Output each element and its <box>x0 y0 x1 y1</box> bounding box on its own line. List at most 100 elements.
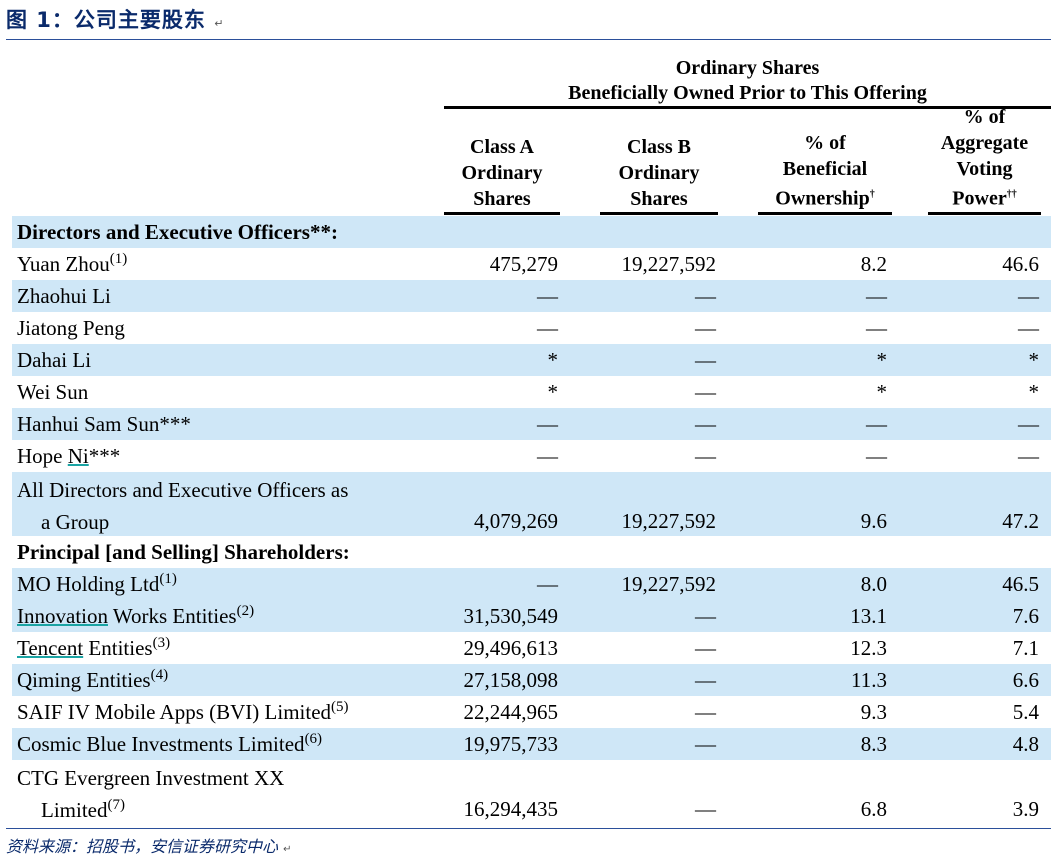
name-text: Zhaohui Li <box>17 284 111 308</box>
column-rule <box>444 212 560 215</box>
table-row: Dahai Li * — * * <box>12 344 1051 376</box>
shareholder-name: Jiatong Peng <box>17 316 125 341</box>
double-dagger-mark: †† <box>1006 189 1017 201</box>
table-row: Tencent Entities(3) 29,496,613 — 12.3 7.1 <box>12 632 1051 664</box>
beneficial-ownership-pct: 9.6 <box>860 509 887 533</box>
column-header-line: Shares <box>630 188 688 210</box>
shareholder-name: Qiming Entities(4) <box>17 668 168 693</box>
name-line: Yuan Zhou(1) <box>17 251 128 277</box>
class-a-shares: — <box>537 572 558 596</box>
paragraph-mark-icon: ↵ <box>214 17 225 30</box>
footnote-ref: (3) <box>152 635 171 651</box>
column-header-line: Shares <box>473 188 531 210</box>
name-text: a Group <box>41 510 110 534</box>
voting-power-pct: 7.6 <box>1012 604 1039 628</box>
beneficial-ownership-pct: 13.1 <box>850 604 887 628</box>
name-line: Wei Sun <box>17 380 88 404</box>
column-header-line: Power†† <box>928 182 1041 212</box>
table-row: All Directors and Executive Officers as a… <box>12 472 1051 536</box>
footnote-ref: (6) <box>304 731 323 747</box>
column-header-line: Class B <box>627 136 691 158</box>
super-header-line-2: Beneficially Owned Prior to This Offerin… <box>568 82 927 104</box>
table-row: Jiatong Peng — — — — <box>12 312 1051 344</box>
name-text: Hanhui Sam Sun*** <box>17 412 191 436</box>
name-underlined: Innovation <box>17 604 108 628</box>
table-row: CTG Evergreen Investment XX Limited(7) 16,… <box>12 760 1051 824</box>
class-b-shares: — <box>695 380 716 404</box>
class-b-shares: 19,227,592 <box>621 252 717 276</box>
shareholder-name: Wei Sun <box>17 380 88 405</box>
name-part: Hope <box>17 444 68 468</box>
section-header-row: Principal [and Selling] Shareholders: <box>12 536 1051 568</box>
beneficial-ownership-pct: — <box>866 444 887 468</box>
column-header-line: Ordinary <box>618 162 700 184</box>
column-header-class-b: Class B Ordinary Shares <box>600 112 718 212</box>
voting-power-pct: 46.5 <box>1002 572 1039 596</box>
voting-power-pct: — <box>1018 284 1039 308</box>
name-text: Dahai Li <box>17 348 92 372</box>
name-line: Principal [and Selling] Shareholders: <box>17 540 350 564</box>
column-header-line: Class A <box>470 136 534 158</box>
shareholder-name: Hope Ni*** <box>17 444 120 469</box>
class-a-shares: 19,975,733 <box>463 732 559 756</box>
column-header-line: Voting <box>956 158 1013 181</box>
table-row: Hope Ni*** — — — — <box>12 440 1051 472</box>
beneficial-ownership-pct: — <box>866 412 887 436</box>
column-header-beneficial-ownership: % of Beneficial Ownership† <box>758 112 892 212</box>
shareholder-name: Dahai Li <box>17 348 91 373</box>
class-a-shares: * <box>547 348 559 372</box>
name-text: Principal [and Selling] Shareholders: <box>17 540 350 564</box>
name-part: *** <box>88 444 121 468</box>
beneficial-ownership-pct: — <box>866 316 887 340</box>
beneficial-ownership-pct: 6.8 <box>860 797 887 821</box>
class-b-shares: — <box>695 316 716 340</box>
beneficial-ownership-pct: 8.0 <box>860 572 887 596</box>
footnote-ref: (2) <box>236 603 255 619</box>
source-note-text: 资料来源：招股书，安信证券研究中心 <box>6 837 279 856</box>
beneficial-ownership-pct: * <box>876 348 888 372</box>
voting-power-pct: * <box>1028 380 1040 404</box>
shareholder-name: SAIF IV Mobile Apps (BVI) Limited(5) <box>17 700 349 725</box>
name-text: Wei Sun <box>17 380 89 404</box>
beneficial-ownership-pct: 11.3 <box>851 668 887 692</box>
source-note: 资料来源：招股书，安信证券研究中心 ↵ <box>6 833 292 857</box>
voting-power-pct: 47.2 <box>1002 509 1039 533</box>
name-underlined: Tencent <box>17 636 84 660</box>
class-a-shares: 16,294,435 <box>463 797 559 821</box>
name-line: Qiming Entities(4) <box>17 668 168 693</box>
voting-power-pct: 5.4 <box>1012 700 1039 724</box>
name-line: Hope Ni*** <box>17 444 120 468</box>
class-b-shares: — <box>695 348 716 372</box>
table-row: Yuan Zhou(1) 475,279 19,227,592 8.2 46.6 <box>12 248 1051 280</box>
table-header: Ordinary Shares Beneficially Owned Prior… <box>0 50 1057 216</box>
name-text: Directors and Executive Officers**: <box>17 220 338 244</box>
footer-divider <box>6 828 1051 829</box>
class-a-shares: 31,530,549 <box>463 604 559 628</box>
beneficial-ownership-pct: 9.3 <box>860 700 887 724</box>
column-rule <box>928 212 1041 215</box>
name-text: Cosmic Blue Investments Limited <box>17 732 305 756</box>
name-text: Jiatong Peng <box>17 316 125 340</box>
name-text: All Directors and Executive Officers as <box>17 478 349 502</box>
shareholder-name: Yuan Zhou(1) <box>17 252 127 277</box>
section-header-row: Directors and Executive Officers**: <box>12 216 1051 248</box>
name-part: Entities <box>83 636 153 660</box>
column-header-word: Ownership <box>775 188 870 210</box>
class-a-shares: 4,079,269 <box>474 509 558 533</box>
section-title: Principal [and Selling] Shareholders: <box>17 540 350 565</box>
paragraph-mark-icon: ↵ <box>283 844 292 855</box>
column-header-line: % of <box>963 106 1006 129</box>
name-underlined: Ni <box>67 444 89 468</box>
name-line: CTG Evergreen Investment XX <box>17 766 284 790</box>
voting-power-pct: 6.6 <box>1012 668 1039 692</box>
name-text: MO Holding Ltd <box>17 572 160 596</box>
super-header: Ordinary Shares Beneficially Owned Prior… <box>444 56 1051 106</box>
class-a-shares: — <box>537 444 558 468</box>
voting-power-pct: * <box>1028 348 1040 372</box>
table-row: Qiming Entities(4) 27,158,098 — 11.3 6.6 <box>12 664 1051 696</box>
footnote-ref: (1) <box>109 251 128 267</box>
voting-power-pct: 7.1 <box>1012 636 1039 660</box>
name-line: MO Holding Ltd(1) <box>17 572 177 597</box>
table-row: Zhaohui Li — — — — <box>12 280 1051 312</box>
voting-power-pct: — <box>1018 412 1039 436</box>
